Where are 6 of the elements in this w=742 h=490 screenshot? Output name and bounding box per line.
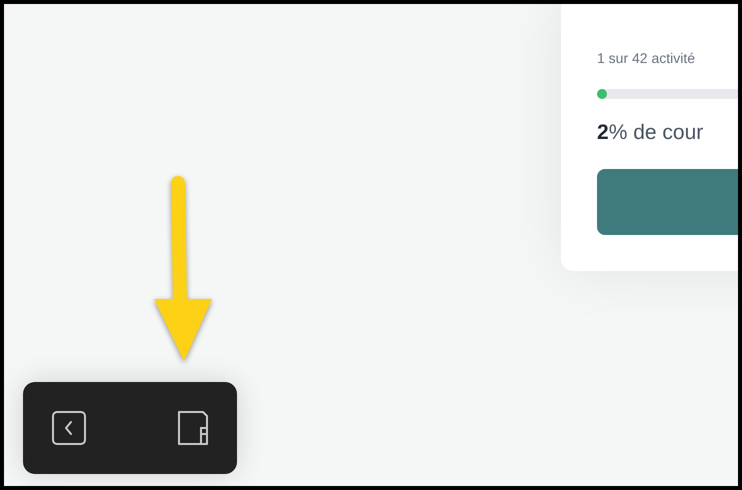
- back-icon: [51, 410, 87, 446]
- activities-count: 1 sur 42 activité: [597, 49, 696, 68]
- back-button[interactable]: [51, 410, 87, 446]
- book-button[interactable]: [177, 410, 209, 446]
- completion-text: 2% de cour: [597, 120, 704, 146]
- book-icon: [177, 410, 209, 446]
